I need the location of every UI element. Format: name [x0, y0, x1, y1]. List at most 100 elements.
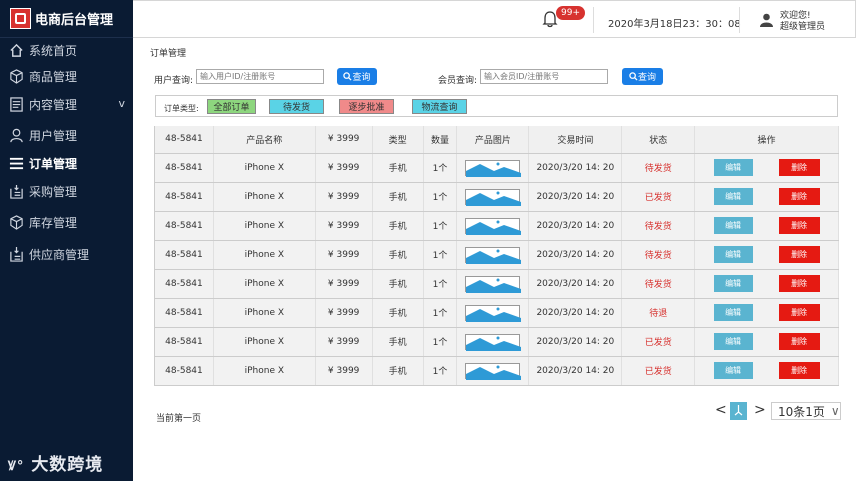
edit-button[interactable]: 编辑 [713, 275, 753, 292]
sidebar-item-content[interactable]: 内容管理 v [0, 91, 133, 117]
col-header-name: 产品名称 [213, 126, 316, 154]
sidebar-item-suppliers[interactable]: 供应商管理 [0, 241, 133, 267]
member-search-input[interactable] [480, 69, 608, 84]
cell-name: iPhone X [213, 356, 316, 386]
page-marker-icon [734, 405, 743, 416]
sidebar-item-users[interactable]: 用户管理 [0, 122, 133, 148]
cell-name: iPhone X [213, 298, 316, 328]
cell-price: ¥ 3999 [315, 269, 373, 299]
filter-step-approval[interactable]: 逐步批准 [339, 99, 394, 114]
cell-type: 手机 [372, 211, 424, 241]
cell-status: 待退 [621, 298, 696, 328]
user-search-input[interactable] [196, 69, 324, 84]
filter-all-orders[interactable]: 全部订单 [207, 99, 256, 114]
user-query-button[interactable]: 查询 [337, 68, 377, 85]
filter-label: 订单类型: [164, 104, 199, 113]
supplier-icon [8, 246, 24, 262]
cell-name: iPhone X [213, 327, 316, 357]
col-header-price: ¥ 3999 [315, 126, 373, 154]
delete-button[interactable]: 删除 [778, 188, 820, 205]
notification-badge: 99+ [556, 6, 585, 20]
sidebar-item-label: 用户管理 [29, 128, 78, 143]
table-row: 48-5841 iPhone X ¥ 3999 手机 1个 2020/3/20 14: 2… [154, 153, 839, 183]
user-avatar-icon[interactable] [760, 13, 773, 30]
member-search-label: 会员查询: [438, 76, 478, 86]
query-label: 查询 [637, 73, 656, 83]
product-image-placeholder-icon [465, 362, 522, 380]
table-row: 48-5841 iPhone X ¥ 3999 手机 1个 2020/3/20 14: 2… [154, 356, 839, 386]
cell-actions: 编辑 删除 [694, 240, 839, 270]
cell-time: 2020/3/20 14: 20 [528, 269, 623, 299]
brand-logo-icon [10, 8, 31, 29]
table-row: 48-5841 iPhone X ¥ 3999 手机 1个 2020/3/20 14: 2… [154, 240, 839, 270]
user-role: 超级管理员 [780, 22, 826, 32]
cell-time: 2020/3/20 14: 20 [528, 153, 623, 183]
cell-price: ¥ 3999 [315, 182, 373, 212]
search-icon [629, 72, 638, 81]
sidebar-item-orders[interactable]: 订单管理 [0, 150, 133, 176]
delete-button[interactable]: 删除 [778, 275, 820, 292]
filter-logistics[interactable]: 物流查询 [412, 99, 467, 114]
sidebar-item-label: 商品管理 [29, 69, 78, 84]
delete-button[interactable]: 删除 [778, 362, 820, 379]
cell-status: 待发货 [621, 153, 696, 183]
edit-button[interactable]: 编辑 [713, 188, 753, 205]
cell-actions: 编辑 删除 [694, 298, 839, 328]
cell-id: 48-5841 [154, 211, 214, 241]
product-image-placeholder-icon [465, 275, 522, 293]
filter-pending-shipment[interactable]: 待发货 [269, 99, 324, 114]
cell-image [456, 240, 530, 270]
cell-status: 已发货 [621, 182, 696, 212]
table-row: 48-5841 iPhone X ¥ 3999 手机 1个 2020/3/20 14: 2… [154, 298, 839, 328]
document-icon [8, 96, 24, 112]
cell-status: 待发货 [621, 269, 696, 299]
cell-name: iPhone X [213, 182, 316, 212]
delete-button[interactable]: 删除 [778, 333, 820, 350]
edit-button[interactable]: 编辑 [713, 246, 753, 263]
delete-button[interactable]: 删除 [778, 217, 820, 234]
cell-status: 已发货 [621, 327, 696, 357]
cell-type: 手机 [372, 153, 424, 183]
sidebar-item-products[interactable]: 商品管理 [0, 63, 133, 89]
current-page-indicator[interactable] [730, 402, 747, 420]
cell-time: 2020/3/20 14: 20 [528, 327, 623, 357]
col-header-qty: 数量 [423, 126, 458, 154]
edit-button[interactable]: 编辑 [713, 159, 753, 176]
col-header-status: 状态 [621, 126, 696, 154]
table-row: 48-5841 iPhone X ¥ 3999 手机 1个 2020/3/20 14: 2… [154, 327, 839, 357]
cell-time: 2020/3/20 14: 20 [528, 240, 623, 270]
box-icon [8, 214, 24, 230]
cell-image [456, 327, 530, 357]
member-query-button[interactable]: 查询 [622, 68, 663, 85]
edit-button[interactable]: 编辑 [713, 362, 753, 379]
sidebar-item-home[interactable]: 系统首页 [0, 37, 133, 63]
current-page-text: 当前第一页 [156, 414, 202, 424]
delete-button[interactable]: 删除 [778, 159, 820, 176]
chevron-down-icon: v [118, 97, 125, 110]
cell-time: 2020/3/20 14: 20 [528, 211, 623, 241]
table-header-row: 48-5841 产品名称 ¥ 3999 类型 数量 产品图片 交易时间 状态 操… [154, 126, 839, 154]
delete-button[interactable]: 删除 [778, 246, 820, 263]
edit-button[interactable]: 编辑 [713, 304, 753, 321]
sidebar-item-inventory[interactable]: 库存管理 [0, 209, 133, 235]
edit-button[interactable]: 编辑 [713, 333, 753, 350]
product-image-placeholder-icon [465, 246, 522, 264]
cell-price: ¥ 3999 [315, 153, 373, 183]
cell-type: 手机 [372, 327, 424, 357]
page-size-select[interactable]: 10条1页 ∨ [771, 402, 841, 420]
cell-id: 48-5841 [154, 298, 214, 328]
prev-page-button[interactable]: < [715, 402, 727, 418]
sidebar-item-purchase[interactable]: 采购管理 [0, 178, 133, 204]
table-row: 48-5841 iPhone X ¥ 3999 手机 1个 2020/3/20 14: 2… [154, 182, 839, 212]
cell-status: 待发货 [621, 211, 696, 241]
next-page-button[interactable]: > [754, 402, 766, 418]
product-image-placeholder-icon [465, 333, 522, 351]
list-icon [8, 155, 24, 171]
cell-price: ¥ 3999 [315, 356, 373, 386]
cell-type: 手机 [372, 182, 424, 212]
product-image-placeholder-icon [465, 304, 522, 322]
sidebar-item-label: 订单管理 [29, 156, 78, 171]
edit-button[interactable]: 编辑 [713, 217, 753, 234]
cell-actions: 编辑 删除 [694, 327, 839, 357]
delete-button[interactable]: 删除 [778, 304, 820, 321]
